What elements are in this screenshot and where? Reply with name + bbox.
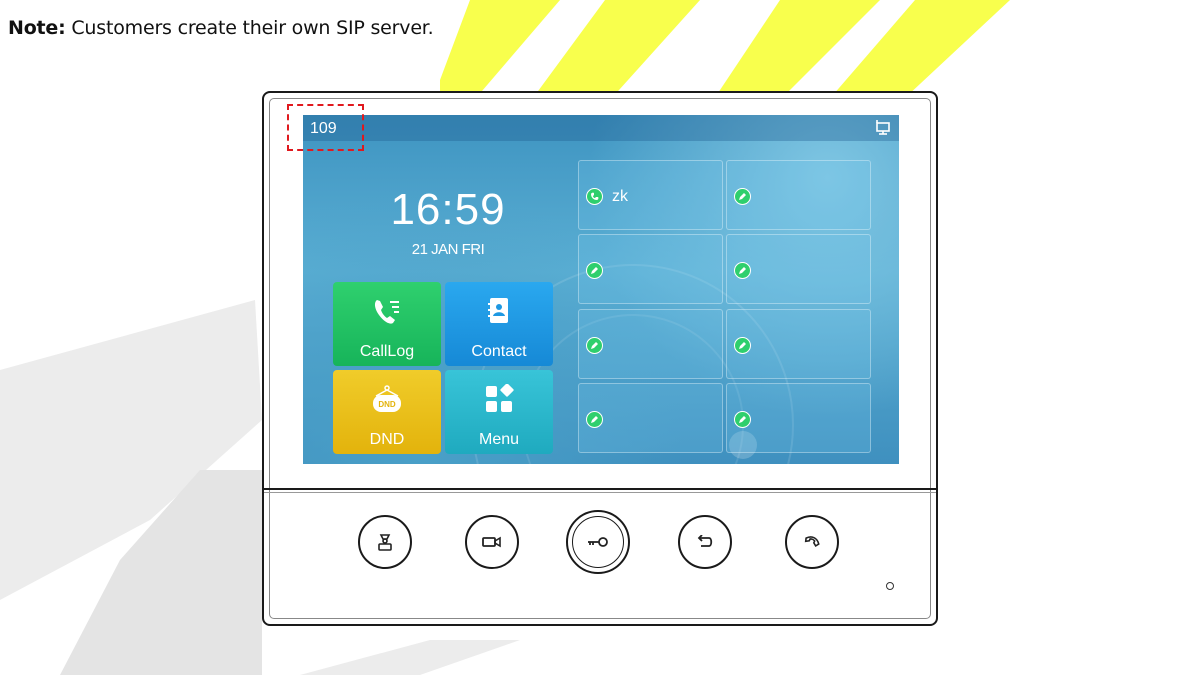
menu-label: Menu — [478, 431, 520, 448]
dss-key-3[interactable] — [578, 234, 723, 304]
status-bar: 109 — [303, 115, 899, 141]
dss-key-4[interactable] — [726, 234, 871, 304]
contact-tile[interactable]: Contact — [445, 282, 553, 366]
video-icon — [482, 536, 501, 548]
device-divider-inner — [264, 492, 936, 493]
monitor-icon — [378, 534, 392, 551]
dss-key-6[interactable] — [726, 309, 871, 379]
dss-key-5[interactable] — [578, 309, 723, 379]
hangup-icon — [804, 536, 820, 548]
edit-icon — [586, 411, 603, 428]
video-button[interactable] — [465, 515, 519, 569]
svg-text:DND: DND — [378, 400, 396, 409]
clock-date: 21 JAN FRI — [411, 241, 485, 258]
dss-key-8[interactable] — [726, 383, 871, 453]
dss-key-1[interactable]: zk — [578, 160, 723, 230]
edit-icon — [586, 262, 603, 279]
edit-icon — [586, 337, 603, 354]
dnd-label: DND — [369, 431, 405, 448]
calllog-icon — [374, 300, 399, 324]
note-body: Customers create their own SIP server. — [65, 17, 434, 39]
calllog-tile[interactable]: CallLog — [333, 282, 441, 366]
device-divider — [264, 488, 936, 490]
menu-tile[interactable]: Menu — [445, 370, 553, 454]
dss-key-label: zk — [612, 188, 628, 205]
note-text: Note: Customers create their own SIP ser… — [8, 17, 434, 39]
return-icon — [697, 535, 713, 547]
extension-highlight-box — [287, 104, 364, 151]
edit-icon — [734, 411, 751, 428]
hangup-button[interactable] — [785, 515, 839, 569]
device-screen: 109 16:59 21 JAN FRI CallLog Contact DND… — [303, 115, 899, 464]
return-button[interactable] — [678, 515, 732, 569]
dnd-tile[interactable]: DND DND — [333, 370, 441, 454]
calllog-label: CallLog — [359, 343, 415, 360]
edit-icon — [734, 337, 751, 354]
dnd-icon: DND — [373, 385, 401, 412]
dss-key-7[interactable] — [578, 383, 723, 453]
microphone-hole — [886, 582, 894, 590]
clock-time: 16:59 — [390, 185, 506, 234]
monitor-button[interactable] — [358, 515, 412, 569]
edit-icon — [734, 262, 751, 279]
unlock-button[interactable] — [566, 510, 630, 574]
network-icon — [876, 120, 890, 135]
note-label: Note: — [8, 17, 66, 39]
unlock-key-icon — [588, 537, 608, 547]
phone-icon — [586, 188, 603, 205]
contact-book-icon — [488, 298, 508, 323]
edit-icon — [734, 188, 751, 205]
menu-grid-icon — [486, 384, 514, 412]
contact-label: Contact — [471, 343, 527, 360]
dss-key-2[interactable] — [726, 160, 871, 230]
